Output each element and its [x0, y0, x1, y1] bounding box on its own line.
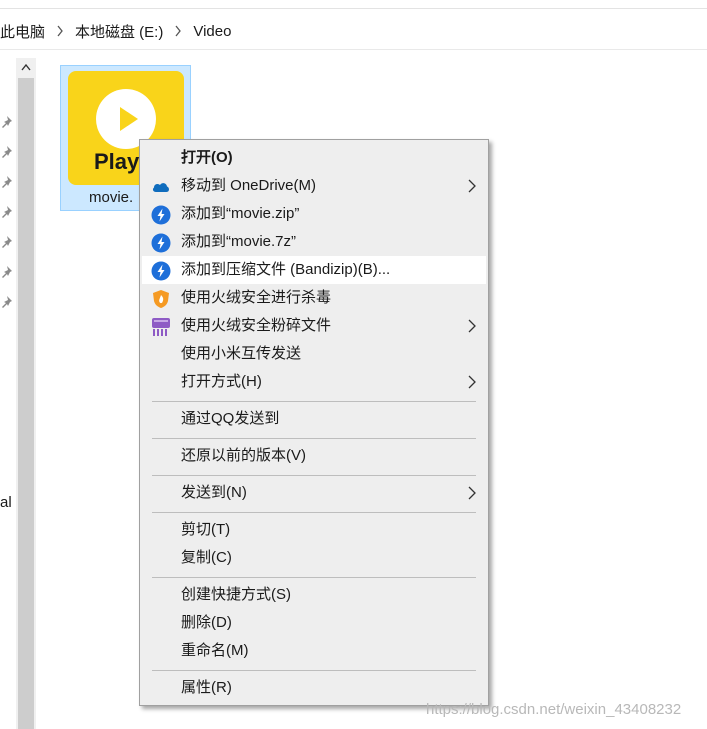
- menu-item-label: 添加到“movie.zip”: [181, 205, 300, 222]
- menu-item-send-via-qq[interactable]: 通过QQ发送到: [142, 405, 486, 433]
- menu-separator: [152, 438, 476, 439]
- breadcrumb-video[interactable]: Video: [189, 23, 235, 40]
- menu-item-label: 还原以前的版本(V): [181, 447, 306, 464]
- menu-item-copy[interactable]: 复制(C): [142, 544, 486, 572]
- chevron-right-icon: [467, 179, 477, 193]
- pin-icon: [0, 235, 14, 249]
- context-menu: 打开(O) 移动到 OneDrive(M) 添加到“movie.zip” 添加到…: [139, 139, 489, 706]
- menu-item-huorong-scan[interactable]: 使用火绒安全进行杀毒: [142, 284, 486, 312]
- menu-item-huorong-shred[interactable]: 使用火绒安全粉碎文件: [142, 312, 486, 340]
- menu-item-delete[interactable]: 删除(D): [142, 609, 486, 637]
- breadcrumb-local-disk[interactable]: 本地磁盘 (E:): [71, 21, 167, 42]
- menu-item-label: 剪切(T): [181, 521, 231, 538]
- menu-item-label: 复制(C): [181, 549, 232, 566]
- menu-separator: [152, 577, 476, 578]
- menu-item-label: 打开(O): [181, 149, 233, 166]
- huorong-shredder-icon: [151, 317, 171, 337]
- menu-separator: [152, 670, 476, 671]
- menu-item-label: 使用小米互传发送: [181, 345, 302, 362]
- chevron-right-icon: [467, 375, 477, 389]
- menu-item-create-shortcut[interactable]: 创建快捷方式(S): [142, 581, 486, 609]
- menu-item-label: 使用火绒安全进行杀毒: [181, 289, 332, 306]
- menu-item-label: 添加到“movie.7z”: [181, 233, 297, 250]
- menu-item-cut[interactable]: 剪切(T): [142, 516, 486, 544]
- breadcrumb: 此电脑 本地磁盘 (E:) Video: [0, 14, 707, 48]
- bandizip-icon: [151, 205, 171, 225]
- menu-separator: [152, 401, 476, 402]
- menu-item-label: 属性(R): [181, 679, 232, 696]
- thumbnail-play-text: Play: [94, 149, 140, 174]
- watermark: https://blog.csdn.net/weixin_43408232: [426, 701, 682, 718]
- menu-item-properties[interactable]: 属性(R): [142, 674, 486, 702]
- menu-item-add-to-zip[interactable]: 添加到“movie.zip”: [142, 200, 486, 228]
- menu-item-xiaomi-share[interactable]: 使用小米互传发送: [142, 340, 486, 368]
- menu-item-label: 添加到压缩文件 (Bandizip)(B)...: [181, 261, 391, 278]
- pin-icon: [0, 115, 14, 129]
- bandizip-icon: [151, 233, 171, 253]
- address-bar-divider: [0, 49, 707, 50]
- nav-item-label[interactable]: al: [0, 494, 12, 511]
- chevron-right-icon[interactable]: [49, 25, 71, 37]
- menu-item-label: 创建快捷方式(S): [181, 586, 291, 603]
- huorong-shield-icon: [151, 289, 171, 309]
- menu-item-add-to-archive-bandizip[interactable]: 添加到压缩文件 (Bandizip)(B)...: [142, 256, 486, 284]
- breadcrumb-this-pc[interactable]: 此电脑: [0, 21, 49, 42]
- pin-icon: [0, 175, 14, 189]
- menu-separator: [152, 475, 476, 476]
- menu-item-label: 打开方式(H): [181, 373, 262, 390]
- menu-item-label: 通过QQ发送到: [181, 410, 280, 427]
- menu-item-send-to[interactable]: 发送到(N): [142, 479, 486, 507]
- chevron-right-icon: [467, 486, 477, 500]
- menu-item-open-with[interactable]: 打开方式(H): [142, 368, 486, 396]
- menu-item-rename[interactable]: 重命名(M): [142, 637, 486, 665]
- menu-separator: [152, 512, 476, 513]
- pin-icon: [0, 205, 14, 219]
- scrollbar-thumb[interactable]: [18, 78, 34, 729]
- chevron-up-icon[interactable]: [16, 58, 36, 76]
- pin-icon: [0, 145, 14, 159]
- bandizip-icon: [151, 261, 171, 281]
- menu-item-move-to-onedrive[interactable]: 移动到 OneDrive(M): [142, 172, 486, 200]
- pin-icon: [0, 295, 14, 309]
- menu-item-add-to-7z[interactable]: 添加到“movie.7z”: [142, 228, 486, 256]
- chevron-right-icon: [467, 319, 477, 333]
- menu-item-label: 使用火绒安全粉碎文件: [181, 317, 332, 334]
- menu-item-open[interactable]: 打开(O): [142, 144, 486, 172]
- nav-pane-scrollbar[interactable]: [16, 58, 36, 729]
- menu-item-restore-previous-versions[interactable]: 还原以前的版本(V): [142, 442, 486, 470]
- menu-item-label: 发送到(N): [181, 484, 247, 501]
- chevron-right-icon[interactable]: [167, 25, 189, 37]
- top-divider: [0, 8, 707, 9]
- pin-icon: [0, 265, 14, 279]
- onedrive-cloud-icon: [151, 177, 171, 197]
- file-name[interactable]: movie.: [89, 189, 133, 206]
- menu-item-label: 移动到 OneDrive(M): [181, 177, 317, 194]
- menu-item-label: 重命名(M): [181, 642, 249, 659]
- menu-item-label: 删除(D): [181, 614, 232, 631]
